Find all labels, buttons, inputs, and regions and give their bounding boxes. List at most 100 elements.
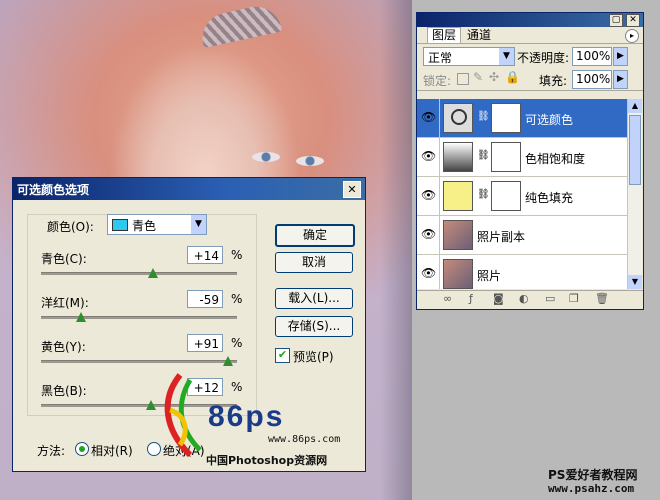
cyan-value-input[interactable]: +14 [187,246,223,264]
close-icon[interactable]: ✕ [343,181,361,198]
watermark-logo: 86ps www.86ps.com 中国Photoshop资源网 [150,370,360,470]
visibility-eye-icon[interactable]: 👁 [417,99,440,137]
scroll-thumb[interactable] [629,115,641,185]
link-icon: ⛓ [477,150,490,161]
hue-saturation-thumbnail-icon [443,142,473,172]
layer-name: 色相饱和度 [525,152,586,166]
opacity-input[interactable]: 100% [572,47,612,66]
logo-text: 86ps [208,400,285,433]
visibility-eye-icon[interactable]: 👁 [417,138,440,176]
ok-button[interactable]: 确定 [275,224,355,247]
yellow-slider-track[interactable] [41,360,237,363]
layers-footer-toolbar: ∞ ƒ ◙ ◐ ▭ ❐ 🗑 [417,290,643,309]
fill-label: 填充: [539,74,568,88]
add-mask-icon[interactable]: ◙ [493,292,504,305]
link-layers-icon[interactable]: ∞ [443,292,452,305]
close-icon[interactable]: ✕ [626,14,640,27]
yellow-value-input[interactable]: +91 [187,334,223,352]
layers-scrollbar[interactable]: ▲ ▼ [627,99,642,289]
delete-layer-icon[interactable]: 🗑 [595,292,609,305]
fill-value: 100% [576,72,611,86]
lock-transparent-icon[interactable] [457,73,469,85]
layer-row-selective-color[interactable]: 👁 ⛓ 可选颜色 [417,99,627,138]
magenta-slider-track[interactable] [41,316,237,319]
layer-name: 可选颜色 [525,113,574,127]
fill-input[interactable]: 100% [572,70,612,89]
visibility-eye-icon[interactable]: 👁 [417,177,440,215]
magenta-unit: % [231,292,243,306]
photo-thumbnail [443,259,473,289]
minimize-icon[interactable]: ▢ [609,14,623,27]
method-relative-label: 相对(R) [91,444,133,458]
cyan-unit: % [231,248,243,262]
yellow-label: 黄色(Y): [41,340,86,354]
cyan-slider-track[interactable] [41,272,237,275]
link-icon: ⛓ [477,189,490,200]
cancel-button[interactable]: 取消 [275,252,353,273]
new-layer-icon[interactable]: ❐ [569,292,579,305]
opacity-value: 100% [576,49,611,63]
layer-style-icon[interactable]: ƒ [469,292,473,305]
footer-watermark-url: www.psahz.com [548,482,635,495]
layer-name: 照片副本 [477,230,526,244]
lock-label: 锁定: [423,74,452,88]
left-eye [252,152,280,162]
logo-site-name: 中国Photoshop资源网 [206,454,328,467]
colors-select[interactable]: 青色 ▼ [107,214,207,235]
magenta-slider-thumb[interactable] [76,312,87,322]
chevron-down-icon: ▼ [191,215,206,234]
layer-row-photo[interactable]: 👁 照片 [417,255,627,289]
visibility-eye-icon[interactable]: 👁 [417,255,440,289]
solid-fill-thumbnail [443,181,473,211]
magenta-label: 洋红(M): [41,296,89,310]
mask-thumbnail [491,181,521,211]
scroll-down-icon[interactable]: ▼ [628,275,642,289]
tab-channels[interactable]: 通道 [463,28,495,42]
fill-arrow-icon[interactable]: ▶ [613,70,628,89]
layer-row-photo-copy[interactable]: 👁 照片副本 [417,216,627,255]
layer-name: 纯色填充 [525,191,574,205]
tab-layers[interactable]: 图层 [427,27,462,43]
swirl-logo-icon [164,373,202,458]
load-button[interactable]: 载入(L)... [275,288,353,309]
cyan-label: 青色(C): [41,252,87,266]
photo-thumbnail [443,220,473,250]
scroll-up-icon[interactable]: ▲ [628,99,642,113]
colors-selected-value: 青色 [132,219,157,233]
blend-row: 正常 ▼ 不透明度: 100% ▶ [417,44,643,68]
lock-move-icon[interactable]: ✣ [489,70,499,84]
mask-thumbnail [491,142,521,172]
right-eye [296,156,324,166]
yellow-unit: % [231,336,243,350]
layers-panel-titlebar[interactable]: ▢ ✕ [417,13,643,27]
method-relative-radio[interactable] [75,442,89,456]
black-label: 黑色(B): [41,384,87,398]
opacity-label: 不透明度: [517,51,570,65]
cyan-slider-thumb[interactable] [147,268,158,278]
lock-brush-icon[interactable]: ✎ [473,70,483,84]
layer-row-hue-saturation[interactable]: 👁 ⛓ 色相饱和度 [417,138,627,177]
mask-thumbnail [491,103,521,133]
new-adjustment-icon[interactable]: ◐ [519,292,529,305]
opacity-arrow-icon[interactable]: ▶ [613,47,628,66]
preview-checkbox[interactable]: ✔ [275,348,290,363]
lock-all-icon[interactable]: 🔒 [505,70,520,84]
yellow-slider-thumb[interactable] [223,356,234,366]
dialog-titlebar[interactable]: 可选颜色选项 ✕ [13,178,365,200]
new-group-icon[interactable]: ▭ [545,292,555,305]
layer-row-solid-fill[interactable]: 👁 ⛓ 纯色填充 [417,177,627,216]
preview-label: 预览(P) [293,350,334,364]
lock-row: 锁定: ✎ ✣ 🔒 填充: 100% ▶ [417,68,643,91]
layers-list: 👁 ⛓ 可选颜色 👁 ⛓ 色相饱和度 👁 ⛓ 纯色填充 👁 照片副本 👁 照片 [417,99,627,289]
footer-watermark-title: PS爱好者教程网 [548,468,638,482]
magenta-value-input[interactable]: -59 [187,290,223,308]
dialog-title: 可选颜色选项 [17,182,90,197]
layer-name: 照片 [477,269,502,283]
blend-mode-select[interactable]: 正常 ▼ [423,47,515,66]
save-button[interactable]: 存储(S)... [275,316,353,337]
visibility-eye-icon[interactable]: 👁 [417,216,440,254]
panel-menu-icon[interactable]: ▸ [625,29,639,43]
colors-label: 颜色(O): [47,220,94,234]
chevron-down-icon: ▼ [499,48,514,65]
logo-url: www.86ps.com [268,434,341,445]
